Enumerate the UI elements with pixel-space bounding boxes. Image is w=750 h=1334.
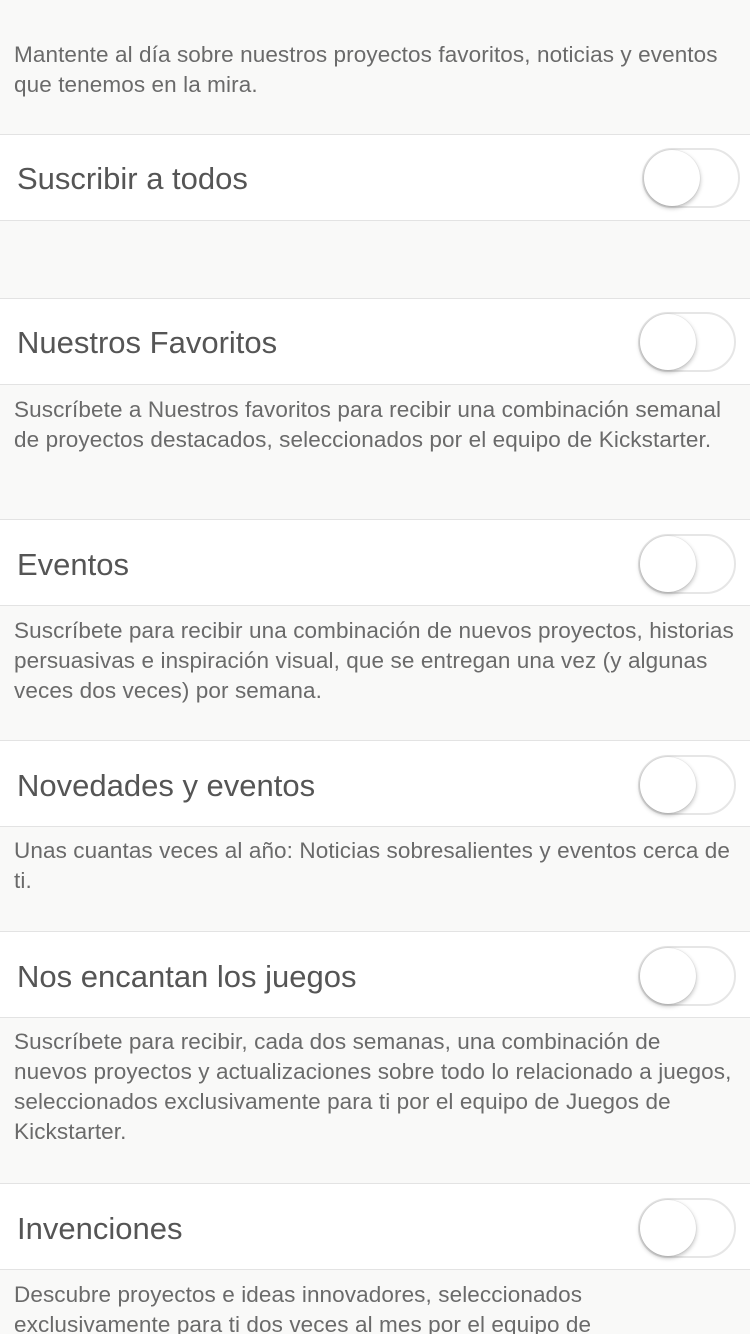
newsletter-description-inventions: Descubre proyectos e ideas innovadores, …: [14, 1282, 592, 1334]
toggle-knob: [640, 314, 696, 370]
games-toggle[interactable]: [638, 946, 736, 1006]
events-toggle[interactable]: [638, 534, 736, 594]
favorites-toggle[interactable]: [638, 312, 736, 372]
newsletter-label-inventions: Invenciones: [17, 1211, 183, 1246]
inventions-toggle[interactable]: [638, 1198, 736, 1258]
newsletter-row-news-events[interactable]: Novedades y eventos: [0, 740, 750, 827]
intro-text: Mantente al día sobre nuestros proyectos…: [14, 42, 718, 97]
newsletter-row-events[interactable]: Eventos: [0, 519, 750, 606]
newsletter-description-games: Suscríbete para recibir, cada dos semana…: [14, 1029, 732, 1144]
toggle-knob: [640, 1200, 696, 1256]
newsletter-description-events: Suscríbete para recibir una combinación …: [14, 618, 734, 703]
newsletter-description-favorites: Suscríbete a Nuestros favoritos para rec…: [14, 397, 722, 452]
toggle-knob: [640, 757, 696, 813]
toggle-knob: [640, 536, 696, 592]
toggle-knob: [644, 150, 700, 206]
newsletter-label-favorites: Nuestros Favoritos: [17, 325, 278, 360]
newsletter-row-games[interactable]: Nos encantan los juegos: [0, 931, 750, 1018]
newsletter-settings-screen: Mantente al día sobre nuestros proyectos…: [0, 0, 750, 1334]
subscribe-all-row[interactable]: Suscribir a todos: [0, 134, 750, 221]
subscribe-all-label: Suscribir a todos: [17, 161, 248, 196]
subscribe-all-toggle[interactable]: [642, 148, 740, 208]
newsletter-label-news-events: Novedades y eventos: [17, 768, 316, 803]
toggle-knob: [640, 948, 696, 1004]
newsletter-row-inventions[interactable]: Invenciones: [0, 1183, 750, 1270]
newsletter-description-news-events: Unas cuantas veces al año: Noticias sobr…: [14, 838, 731, 893]
newsletter-row-favorites[interactable]: Nuestros Favoritos: [0, 298, 750, 385]
newsletter-label-games: Nos encantan los juegos: [17, 959, 357, 994]
news-events-toggle[interactable]: [638, 755, 736, 815]
newsletter-label-events: Eventos: [17, 547, 130, 582]
